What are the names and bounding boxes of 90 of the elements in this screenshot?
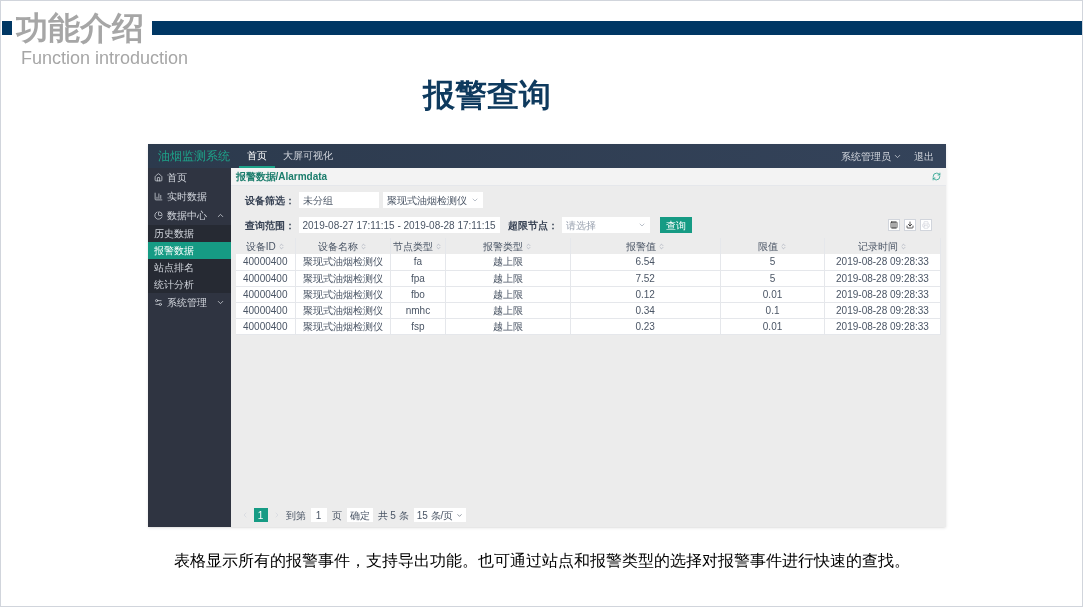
table-cell: 40000400 [235, 254, 296, 270]
logout-link[interactable]: 退出 [913, 148, 934, 164]
table-cell: 0.01 [720, 318, 825, 334]
caret-icon [470, 196, 479, 204]
column-header[interactable]: 设备名称 [318, 238, 359, 254]
column-header[interactable]: 报警类型 [483, 238, 524, 254]
sort-icon [435, 242, 443, 250]
total-count: 共 5 条 [377, 508, 409, 523]
table-cell: 2019-08-28 09:28:33 [825, 318, 940, 334]
table-cell: 0.12 [570, 286, 721, 302]
table-cell: nmhc [390, 302, 446, 318]
sidebar-item[interactable]: 首页 [147, 168, 231, 187]
group-field[interactable]: 未分组 [298, 192, 379, 208]
sidebar-item[interactable]: 实时数据 [147, 187, 231, 206]
table-cell: 5 [720, 270, 825, 286]
slide-subtitle: Function introduction [21, 47, 189, 69]
sort-icon [277, 242, 285, 250]
table-cell: 0.34 [570, 302, 721, 318]
sort-icon [780, 242, 788, 250]
table-cell: fpa [390, 270, 446, 286]
title-accent-block [2, 21, 12, 35]
slide-title: 功能介绍 [16, 9, 144, 47]
table-cell: 聚现式油烟检测仪 [295, 270, 391, 286]
table-cell: 0.23 [570, 318, 721, 334]
table-cell: 2019-08-28 09:28:33 [825, 286, 940, 302]
device-select[interactable]: 聚现式油烟检测仪 [382, 192, 483, 208]
page-size-select[interactable]: 15 条/页 [413, 508, 467, 522]
sort-icon [360, 242, 368, 250]
column-header[interactable]: 节点类型 [393, 238, 434, 254]
table-cell: fbo [390, 286, 446, 302]
filter-label: 查询范围： [244, 218, 295, 233]
table-cell: 聚现式油烟检测仪 [295, 286, 391, 302]
confirm-button[interactable]: 确定 [346, 508, 373, 522]
table-cell: 越上限 [445, 270, 571, 286]
sidebar-item[interactable]: 数据中心 [147, 206, 231, 225]
table-cell: 7.52 [570, 270, 721, 286]
refresh-icon[interactable] [931, 172, 941, 181]
sort-icon [657, 242, 665, 250]
column-header[interactable]: 报警值 [625, 238, 656, 254]
caret-icon [637, 221, 646, 229]
table-cell: 越上限 [445, 286, 571, 302]
caret-icon [215, 211, 225, 220]
download-icon [905, 221, 914, 229]
date-range-field[interactable]: 2019-08-27 17:11:15 - 2019-08-28 17:11:15 [298, 217, 500, 233]
table-cell: 2019-08-28 09:28:33 [825, 302, 940, 318]
goto-label: 到第 [285, 508, 306, 523]
table-cell: 0.1 [720, 302, 825, 318]
page-unit: 页 [331, 508, 342, 523]
table-cell: 2019-08-28 09:28:33 [825, 254, 940, 270]
table-cell: 聚现式油烟检测仪 [295, 318, 391, 334]
slide-heading: 报警查询 [422, 76, 551, 115]
caret-icon [215, 298, 225, 307]
slide-caption: 表格显示所有的报警事件，支持导出功能。也可通过站点和报警类型的选择对报警事件进行快速的查找。 [173, 551, 910, 571]
caret-icon [456, 511, 464, 519]
table-cell: 0.01 [720, 286, 825, 302]
table-cell: 聚现式油烟检测仪 [295, 254, 391, 270]
sort-icon [900, 242, 907, 250]
table-cell: 越上限 [445, 318, 571, 334]
table-cell: 越上限 [445, 254, 571, 270]
column-header[interactable]: 限值 [758, 238, 779, 254]
table-cell: 6.54 [570, 254, 721, 270]
user-menu[interactable]: 系统管理员 [840, 148, 902, 164]
printer-icon [921, 221, 930, 229]
export-button[interactable] [903, 219, 916, 231]
table-cell: fsp [390, 318, 446, 334]
sidebar-item[interactable]: 系统管理 [147, 293, 231, 312]
sort-icon [525, 242, 533, 250]
sidebar-subitem[interactable]: 站点排名 [147, 259, 231, 276]
home-icon [153, 173, 163, 182]
page-field[interactable]: 1 [310, 508, 327, 522]
table-cell: fa [390, 254, 446, 270]
pie-chart-icon [153, 211, 163, 220]
sidebar-subitem[interactable]: 统计分析 [147, 276, 231, 293]
table-cell: 40000400 [235, 286, 296, 302]
bar-chart-icon [153, 192, 163, 201]
sidebar-subitem[interactable]: 历史数据 [147, 225, 231, 242]
table-cell: 40000400 [235, 302, 296, 318]
column-header[interactable]: 设备ID [245, 238, 276, 254]
table-cell: 5 [720, 254, 825, 270]
column-header[interactable]: 记录时间 [858, 238, 898, 254]
table-cell: 40000400 [235, 318, 296, 334]
nav-tab[interactable]: 大屏可视化 [274, 144, 341, 168]
app-logo: 油烟监测系统 [156, 148, 231, 165]
table-cell: 聚现式油烟检测仪 [295, 302, 391, 318]
filter-label: 设备筛选： [244, 193, 295, 208]
breadcrumb: 报警数据/Alarmdata [235, 170, 328, 184]
table-cell: 40000400 [235, 270, 296, 286]
table-cell: 越上限 [445, 302, 571, 318]
filter-label: 超限节点： [507, 218, 558, 233]
table-cell: 2019-08-28 09:28:33 [825, 270, 940, 286]
